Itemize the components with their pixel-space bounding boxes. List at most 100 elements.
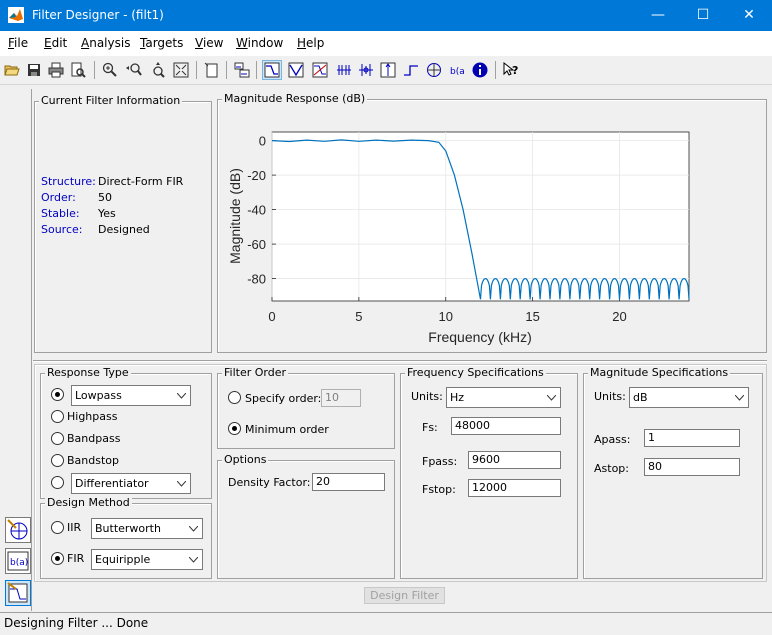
chevron-down-icon xyxy=(185,519,202,538)
magnitude-response-icon[interactable] xyxy=(262,60,282,80)
current-filter-info-title: Current Filter Information xyxy=(39,94,183,108)
zoom-x-icon[interactable] xyxy=(124,60,144,80)
other-response-select[interactable]: Differentiator xyxy=(71,473,191,494)
transform-filter-icon[interactable] xyxy=(5,517,31,543)
design-filter-button[interactable]: Design Filter xyxy=(364,587,445,604)
order-label: Order: xyxy=(41,191,76,204)
x-tick-label: 0 xyxy=(268,309,275,324)
density-factor-input[interactable]: 20 xyxy=(312,473,385,491)
new-session-icon[interactable] xyxy=(202,60,222,80)
design-method-title: Design Method xyxy=(45,496,132,510)
bandstop-radio[interactable] xyxy=(51,454,64,467)
astop-label: Astop: xyxy=(594,462,629,475)
y-tick-label: -40 xyxy=(247,203,266,218)
magnitude-response-title: Magnitude Response (dB) xyxy=(222,92,368,106)
minimum-order-radio[interactable] xyxy=(228,422,241,435)
matlab-logo-icon xyxy=(8,7,24,23)
freq-units-select[interactable]: Hz xyxy=(446,387,561,408)
print-icon[interactable] xyxy=(46,60,66,80)
menu-file[interactable]: File xyxy=(8,36,28,50)
apass-input[interactable]: 1 xyxy=(644,429,740,447)
fir-method-select[interactable]: Equiripple xyxy=(91,549,203,570)
fir-label: FIR xyxy=(67,552,85,565)
menu-targets[interactable]: Targets xyxy=(140,36,183,50)
menu-edit[interactable]: Edit xyxy=(44,36,67,50)
maximize-button[interactable]: ☐ xyxy=(680,0,726,31)
specify-order-radio[interactable] xyxy=(228,391,241,404)
iir-label: IIR xyxy=(67,521,82,534)
structure-value: Direct-Form FIR xyxy=(98,175,184,188)
structure-label: Structure: xyxy=(41,175,96,188)
info-icon[interactable] xyxy=(470,60,490,80)
iir-method-select[interactable]: Butterworth xyxy=(91,518,203,539)
stable-value: Yes xyxy=(98,207,116,220)
print-preview-icon[interactable] xyxy=(68,60,88,80)
chevron-down-icon xyxy=(185,550,202,569)
freq-units-label: Units: xyxy=(411,390,443,403)
side-toolbar: b(a) xyxy=(0,89,32,611)
chevron-down-icon xyxy=(173,386,190,405)
current-filter-info-group: Current Filter Information Structure: Di… xyxy=(34,94,212,353)
toolbar: b(a) ? xyxy=(0,56,772,85)
open-icon[interactable] xyxy=(2,60,22,80)
apass-label: Apass: xyxy=(594,433,631,446)
y-axis-label: Magnitude (dB) xyxy=(227,168,243,264)
fstop-label: Fstop: xyxy=(422,483,456,496)
fs-input[interactable]: 48000 xyxy=(451,417,561,435)
group-delay-icon[interactable] xyxy=(334,60,354,80)
lowpass-select[interactable]: Lowpass xyxy=(71,385,191,406)
svg-text:?: ? xyxy=(512,64,518,77)
zoom-y-icon[interactable] xyxy=(148,60,168,80)
minimize-button[interactable]: — xyxy=(635,0,681,31)
y-tick-label: -20 xyxy=(247,168,266,183)
svg-text:b(a): b(a) xyxy=(450,67,465,77)
density-factor-label: Density Factor: xyxy=(228,476,311,489)
fpass-input[interactable]: 9600 xyxy=(468,451,561,469)
fir-radio[interactable] xyxy=(51,552,64,565)
design-method-group: Design Method IIR Butterworth FIR Equiri… xyxy=(40,496,212,579)
menu-analysis[interactable]: Analysis xyxy=(81,36,130,50)
phase-delay-icon[interactable] xyxy=(356,60,376,80)
impulse-response-icon[interactable] xyxy=(378,60,398,80)
filter-coefficients-icon[interactable]: b(a) xyxy=(447,60,467,80)
bandpass-radio[interactable] xyxy=(51,432,64,445)
whats-this-help-icon[interactable]: ? xyxy=(501,60,521,80)
response-type-group: Response Type Lowpass Highpass Bandpass … xyxy=(40,366,212,499)
bandstop-label: Bandstop xyxy=(67,454,119,467)
full-view-icon[interactable] xyxy=(171,60,191,80)
menu-window[interactable]: Window xyxy=(236,36,283,50)
menu-bar: File Edit Analysis Targets View Window H… xyxy=(0,31,772,56)
stable-label: Stable: xyxy=(41,207,80,220)
save-icon[interactable] xyxy=(24,60,44,80)
bandpass-label: Bandpass xyxy=(67,432,121,445)
filter-manager-icon[interactable] xyxy=(232,60,252,80)
magnitude-response-chart[interactable]: 0 5 10 15 20 0 -20 -40 -60 -80 Frequency (kHz) M… xyxy=(218,108,766,352)
specify-order-label: Specify order: xyxy=(245,392,322,405)
phase-response-icon[interactable] xyxy=(286,60,306,80)
menu-help[interactable]: Help xyxy=(297,36,324,50)
fstop-input[interactable]: 12000 xyxy=(468,479,561,497)
title-bar: Filter Designer - (filt1) — ☐ ✕ xyxy=(0,0,772,31)
magnitude-phase-icon[interactable] xyxy=(310,60,330,80)
x-axis-label: Frequency (kHz) xyxy=(428,329,531,345)
zoom-in-icon[interactable] xyxy=(100,60,120,80)
other-response-radio[interactable] xyxy=(51,476,64,489)
order-value: 50 xyxy=(98,191,112,204)
filter-order-group: Filter Order Specify order: 10 Minimum o… xyxy=(217,366,395,449)
y-tick-label: -80 xyxy=(247,272,266,287)
highpass-radio[interactable] xyxy=(51,410,64,423)
filter-order-title: Filter Order xyxy=(222,366,288,380)
step-response-icon[interactable] xyxy=(401,60,421,80)
specify-order-input[interactable]: 10 xyxy=(321,389,361,407)
design-filter-panel-icon[interactable] xyxy=(5,580,31,606)
mag-units-select[interactable]: dB xyxy=(629,387,749,408)
pole-zero-icon[interactable] xyxy=(424,60,444,80)
close-button[interactable]: ✕ xyxy=(726,0,772,31)
iir-radio[interactable] xyxy=(51,521,64,534)
source-label: Source: xyxy=(41,223,83,236)
lowpass-radio[interactable] xyxy=(51,388,64,401)
realize-model-icon[interactable]: b(a) xyxy=(5,548,31,574)
source-value: Designed xyxy=(98,223,150,236)
menu-view[interactable]: View xyxy=(195,36,223,50)
astop-input[interactable]: 80 xyxy=(644,458,740,476)
